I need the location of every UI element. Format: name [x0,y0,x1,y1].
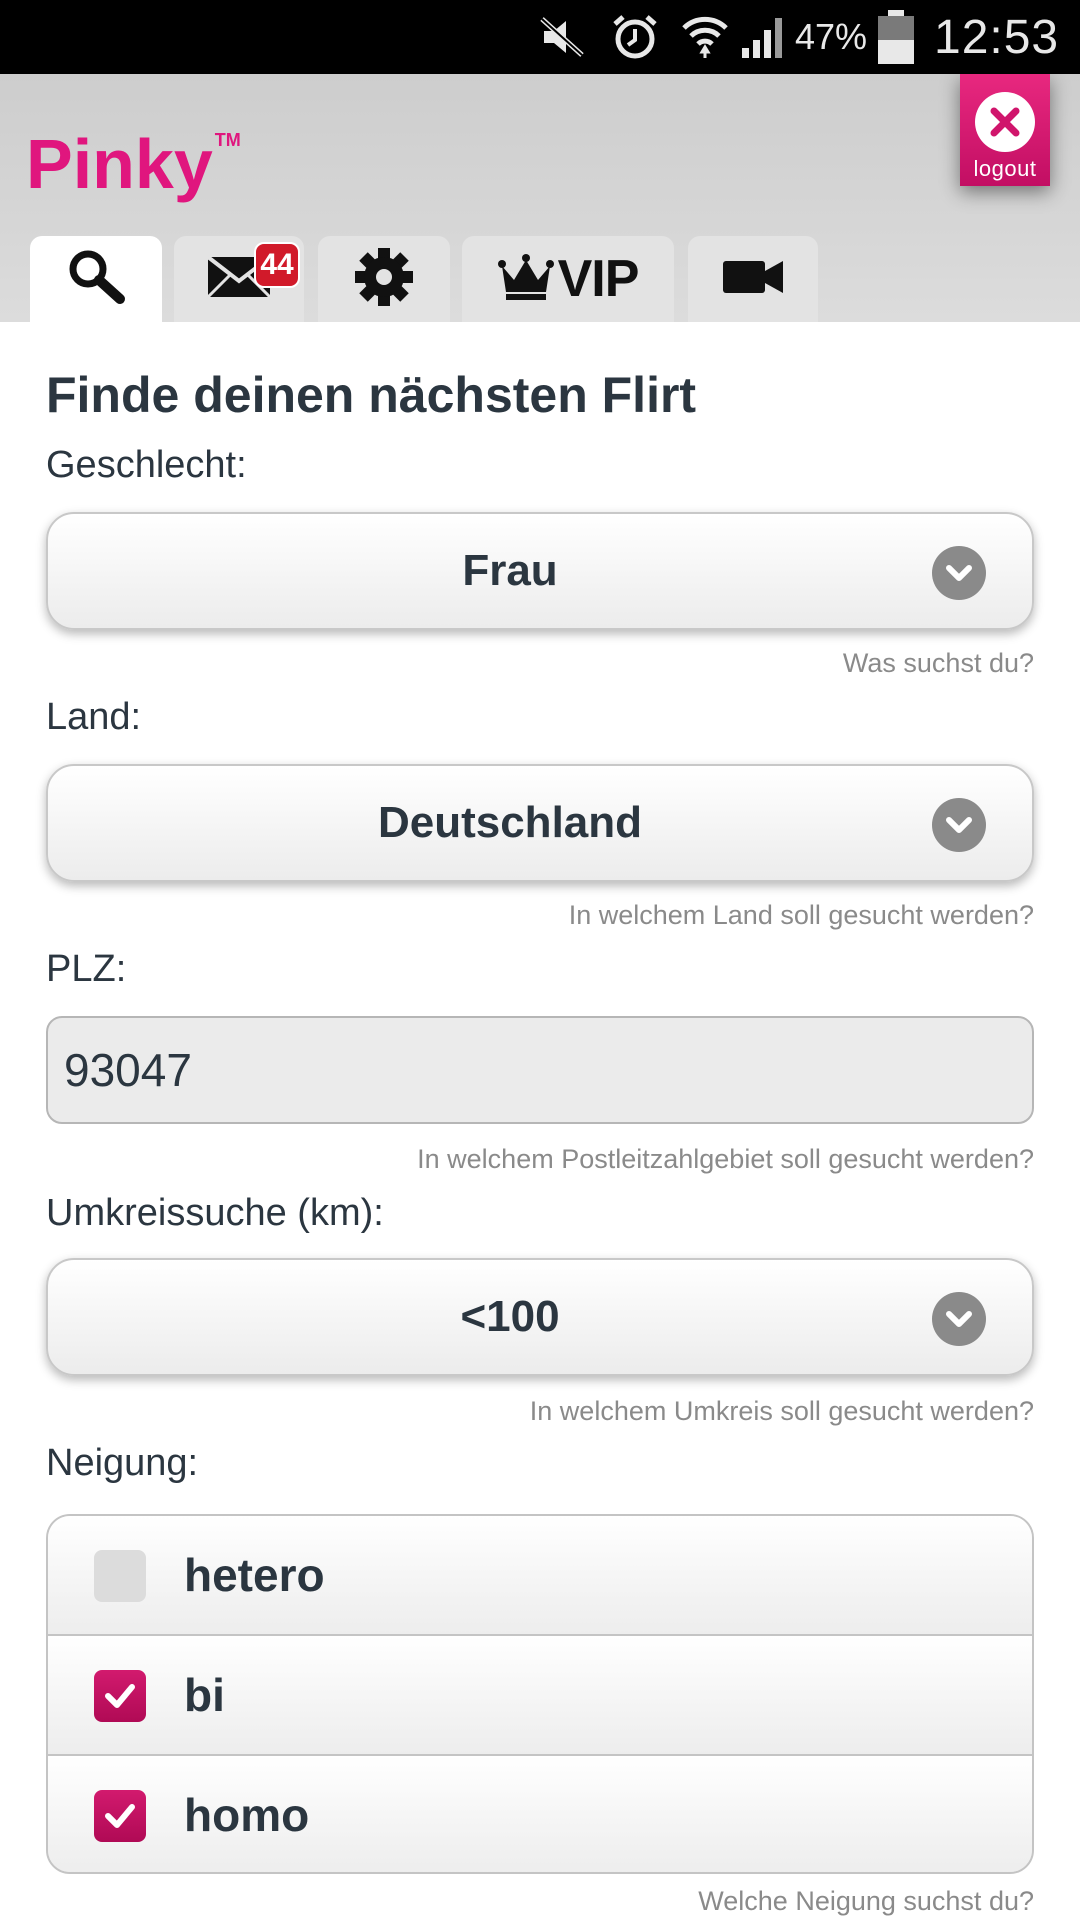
brand-logo: Pinky TM [26,124,241,204]
logout-button[interactable]: logout [960,74,1050,186]
chevron-down-icon [932,798,986,852]
gear-icon [353,246,415,313]
check-icon [105,1684,135,1708]
country-value: Deutschland [377,798,643,847]
unread-badge: 44 [254,242,300,288]
page-title: Finde deinen nächsten Flirt [46,367,697,423]
status-bar: 47% 12:53 [0,0,1080,74]
gender-value: Frau [462,546,558,595]
logout-label: logout [973,156,1037,181]
orientation-checkbox-group: hetero bi homo [46,1514,1034,1874]
orientation-option-label: homo [184,1789,310,1841]
orientation-option-homo[interactable]: homo [48,1756,1032,1872]
radius-label: Umkreissuche (km): [46,1192,384,1234]
orientation-option-label: hetero [184,1549,325,1601]
signal-icon [740,0,790,74]
orientation-label: Neigung: [46,1442,199,1484]
tab-video[interactable] [688,236,818,322]
country-hint: In welchem Land soll gesucht werden? [568,900,1034,930]
orientation-hint: Welche Neigung suchst du? [698,1886,1034,1916]
battery-percent: 47% [795,16,868,57]
orientation-option-bi[interactable]: bi [48,1636,1032,1754]
battery-icon [876,0,916,74]
close-icon [975,92,1035,152]
tab-settings[interactable] [318,236,450,322]
alarm-icon [610,0,660,74]
radius-value: <100 [460,1292,560,1341]
tab-messages[interactable]: 44 [174,236,304,322]
chevron-down-icon [932,546,986,600]
mute-icon [538,0,586,74]
chevron-down-icon [932,1292,986,1346]
checkbox-unchecked[interactable] [94,1550,146,1602]
radius-hint: In welchem Umkreis soll gesucht werden? [529,1396,1034,1426]
video-camera-icon [721,257,785,302]
gender-label: Geschlecht: [46,444,247,486]
tab-vip[interactable]: VIP [462,236,674,322]
checkbox-checked[interactable] [94,1670,146,1722]
orientation-option-label: bi [184,1669,225,1721]
tab-vip-label: VIP [557,250,640,308]
trademark: TM [214,130,241,150]
tab-search[interactable] [30,236,162,322]
radius-select[interactable]: <100 [46,1258,1034,1376]
check-icon [105,1804,135,1828]
orientation-option-hetero[interactable]: hetero [48,1516,1032,1634]
country-label: Land: [46,696,142,738]
checkbox-checked[interactable] [94,1790,146,1842]
crown-icon [497,252,554,307]
zip-input[interactable]: 93047 [46,1016,1034,1124]
app-header: Pinky TM logout 44 VIP [0,74,1080,322]
country-select[interactable]: Deutschland [46,764,1034,882]
gender-hint: Was suchst du? [842,648,1034,678]
wifi-icon [680,0,730,74]
zip-label: PLZ: [46,948,127,990]
gender-select[interactable]: Frau [46,512,1034,630]
clock: 12:53 [934,10,1060,64]
search-icon [64,245,128,314]
zip-hint: In welchem Postleitzahlgebiet soll gesuc… [417,1144,1034,1174]
brand-name: Pinky [26,125,213,203]
